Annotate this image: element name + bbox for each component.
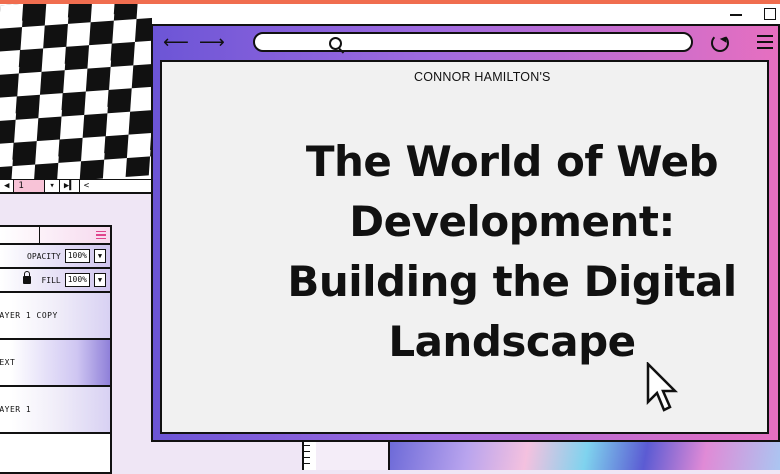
page-content: CONNOR HAMILTON'S The World of Web Devel…: [160, 60, 769, 434]
forward-arrow-icon[interactable]: ⟶: [199, 34, 225, 52]
background-panel: [316, 440, 388, 470]
last-page-button[interactable]: ▶▍: [60, 180, 80, 192]
layer-item[interactable]: LAYER 1: [0, 387, 110, 434]
opacity-input[interactable]: 100%: [64, 249, 90, 263]
fill-input[interactable]: 100%: [64, 273, 90, 287]
background-window: ◀ 1 ▾ ▶▍ <: [0, 4, 154, 194]
reload-icon[interactable]: [711, 34, 729, 52]
panel-menu-icon[interactable]: [96, 229, 106, 242]
page-dropdown[interactable]: ▾: [45, 180, 60, 192]
opacity-dropdown-icon[interactable]: ▼: [94, 249, 106, 263]
maximize-icon[interactable]: [764, 8, 776, 20]
layer-label: LAYER 1 COPY: [0, 311, 58, 320]
fill-row: FILL 100% ▼: [0, 269, 110, 293]
page-number-field[interactable]: 1: [14, 180, 46, 192]
browser-window: ⟵ ⟶ CONNOR HAMILTON'S The World of Web D…: [151, 24, 780, 442]
search-icon: [329, 37, 342, 50]
layer-label: TEXT: [0, 358, 16, 367]
holographic-image: [388, 440, 780, 470]
fill-label: FILL: [41, 275, 61, 285]
checkerboard-image: [0, 4, 152, 187]
back-button[interactable]: <: [80, 180, 93, 192]
mouse-pointer-icon: [646, 362, 678, 412]
layer-item[interactable]: LAYER 1 COPY: [0, 293, 110, 340]
prev-page-button[interactable]: ◀: [0, 180, 15, 192]
back-window-toolbar: ◀ 1 ▾ ▶▍ <: [0, 179, 152, 192]
browser-toolbar: ⟵ ⟶: [153, 26, 778, 60]
author-label: CONNOR HAMILTON'S: [414, 70, 551, 84]
address-bar[interactable]: [253, 32, 693, 52]
layers-panel: OPACITY 100% ▼ FILL 100% ▼ LAYER 1 COPY …: [0, 225, 112, 474]
lock-icon[interactable]: [23, 271, 32, 284]
layers-panel-header: [0, 227, 110, 245]
fill-dropdown-icon[interactable]: ▼: [94, 273, 106, 287]
opacity-row: OPACITY 100% ▼: [0, 245, 110, 269]
background-window-titlebar: [152, 4, 780, 26]
page-title: The World of Web Development: Building t…: [287, 137, 737, 366]
opacity-label: OPACITY: [27, 251, 61, 261]
hamburger-menu-icon[interactable]: [757, 35, 773, 53]
back-arrow-icon[interactable]: ⟵: [163, 34, 189, 52]
layer-item[interactable]: TEXT: [0, 340, 110, 387]
layer-label: LAYER 1: [0, 405, 32, 414]
minimize-icon[interactable]: [730, 14, 742, 16]
